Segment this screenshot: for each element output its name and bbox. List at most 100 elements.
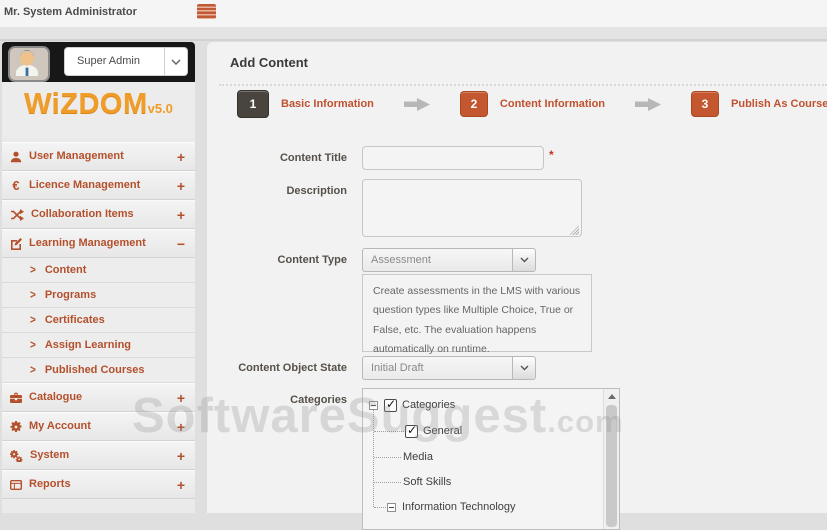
title-divider — [219, 84, 827, 86]
sidebar-subitem-label: Published Courses — [44, 364, 145, 376]
chevron-right-icon: > — [30, 363, 36, 378]
tree-collapse-icon[interactable] — [387, 502, 396, 512]
content-object-state-label: Content Object State — [238, 362, 347, 374]
tree-connector-line — [374, 507, 386, 508]
resize-grip-icon[interactable] — [570, 226, 579, 235]
expand-plus-icon[interactable]: + — [177, 471, 185, 500]
scroll-up-icon[interactable] — [604, 389, 619, 404]
tree-node-label[interactable]: Information Technology — [402, 501, 516, 513]
description-label: Description — [286, 185, 347, 197]
tree-collapse-icon[interactable] — [369, 400, 378, 410]
sidebar-item-label: Licence Management — [29, 179, 141, 191]
sidebar-subitem-content[interactable]: > Content — [2, 258, 195, 283]
content-object-state-value: Initial Draft — [371, 362, 424, 374]
sidebar-subitem-certificates[interactable]: > Certificates — [2, 308, 195, 333]
main-panel: Add Content 1 Basic Information 2 Conten… — [207, 42, 827, 530]
tree-connector-line — [374, 431, 404, 432]
expand-plus-icon[interactable]: + — [177, 384, 185, 413]
sidebar-item-licence-management[interactable]: € Licence Management + — [2, 171, 195, 200]
categories-label: Categories — [290, 394, 347, 406]
sidebar-menu: User Management + € Licence Management +… — [2, 142, 195, 499]
avatar[interactable] — [8, 46, 50, 82]
chevron-down-icon[interactable] — [512, 357, 535, 379]
sidebar-item-label: User Management — [29, 150, 124, 162]
page-title: Add Content — [230, 55, 308, 70]
content-type-value: Assessment — [371, 254, 431, 266]
expand-plus-icon[interactable]: + — [177, 143, 185, 172]
tree-node-label[interactable]: Soft Skills — [403, 476, 451, 488]
sidebar-subitem-label: Programs — [44, 289, 97, 301]
tree-connector-line — [374, 482, 401, 483]
sidebar-header: Super Admin — [2, 42, 195, 82]
arrow-right-icon — [403, 97, 430, 112]
logged-in-user: Mr. System Administrator — [4, 6, 137, 18]
content-type-select[interactable]: Assessment — [362, 248, 536, 272]
user-icon — [10, 151, 22, 162]
step-2-badge: 2 — [459, 91, 488, 117]
tree-node-label[interactable]: Media — [403, 451, 433, 463]
brand-version: v5.0 — [147, 101, 173, 116]
header-divider — [0, 27, 827, 41]
sidebar-item-catalogue[interactable]: Catalogue + — [2, 383, 195, 412]
sidebar-item-reports[interactable]: Reports + — [2, 470, 195, 499]
brand-logo: WiZDOMv5.0 — [2, 82, 195, 138]
sidebar-item-label: Learning Management — [29, 237, 146, 249]
tree-node-categories: Categories — [369, 396, 455, 414]
top-bar: Mr. System Administrator — [0, 0, 827, 28]
content-object-state-select[interactable]: Initial Draft — [362, 356, 536, 380]
tree-connector-line — [373, 409, 374, 507]
shuffle-icon — [11, 208, 24, 221]
step-3-badge: 3 — [691, 91, 720, 117]
sidebar-subitem-published-courses[interactable]: > Published Courses — [2, 358, 195, 383]
tree-node-label[interactable]: General — [423, 425, 462, 437]
report-icon — [10, 479, 22, 490]
expand-plus-icon[interactable]: + — [177, 413, 185, 442]
tree-node-media: Media — [403, 448, 433, 466]
general-checkbox[interactable] — [405, 423, 418, 438]
sidebar-subitem-label: Assign Learning — [44, 339, 132, 351]
gears-icon — [10, 449, 23, 462]
sidebar: Super Admin WiZDOMv5.0 User Management +… — [2, 42, 195, 513]
expand-plus-icon[interactable]: + — [177, 172, 185, 201]
chevron-down-icon[interactable] — [164, 48, 187, 75]
hamburger-menu-icon[interactable] — [197, 4, 216, 19]
sidebar-subitem-label: Certificates — [44, 314, 105, 326]
sidebar-item-label: Reports — [29, 478, 71, 490]
sidebar-item-label: System — [30, 449, 70, 461]
step-1-label: Basic Information — [281, 98, 374, 110]
sidebar-item-system[interactable]: System + — [2, 441, 195, 470]
sidebar-item-collaboration-items[interactable]: Collaboration Items + — [2, 200, 195, 229]
tree-node-information-technology: Information Technology — [387, 498, 516, 516]
gear-icon — [10, 420, 22, 432]
content-type-help-text: Create assessments in the LMS with vario… — [362, 274, 592, 355]
arrow-right-icon — [635, 97, 662, 112]
categories-checkbox[interactable] — [384, 397, 397, 412]
scrollbar-thumb[interactable] — [606, 405, 617, 527]
sidebar-item-label: Collaboration Items — [31, 208, 134, 220]
wizard-steps: 1 Basic Information 2 Content Informatio… — [237, 90, 827, 118]
chevron-down-icon[interactable] — [512, 249, 535, 271]
sidebar-subitem-assign-learning[interactable]: > Assign Learning — [2, 333, 195, 358]
description-textarea[interactable] — [362, 179, 582, 237]
step-1-badge: 1 — [237, 90, 269, 118]
sidebar-item-learning-management[interactable]: Learning Management − — [2, 229, 195, 258]
sidebar-item-my-account[interactable]: My Account + — [2, 412, 195, 441]
sidebar-subitem-label: Content — [44, 264, 87, 276]
briefcase-icon — [10, 392, 22, 403]
sidebar-item-label: Catalogue — [29, 391, 83, 403]
collapse-minus-icon[interactable]: − — [177, 230, 185, 259]
euro-icon: € — [12, 178, 20, 193]
sidebar-item-user-management[interactable]: User Management + — [2, 142, 195, 171]
brand-name: WiZDOM — [24, 88, 148, 120]
tree-scrollbar[interactable] — [603, 389, 619, 529]
step-3-label: Publish As Course — [731, 98, 827, 110]
tree-node-label[interactable]: Categories — [402, 399, 455, 411]
content-title-input[interactable] — [362, 146, 544, 170]
sidebar-subitem-programs[interactable]: > Programs — [2, 283, 195, 308]
required-asterisk: * — [549, 148, 554, 162]
expand-plus-icon[interactable]: + — [177, 201, 185, 230]
edit-icon — [11, 237, 22, 250]
expand-plus-icon[interactable]: + — [177, 442, 185, 471]
role-selector-dropdown[interactable]: Super Admin — [64, 47, 188, 76]
sidebar-item-label: My Account — [29, 420, 91, 432]
